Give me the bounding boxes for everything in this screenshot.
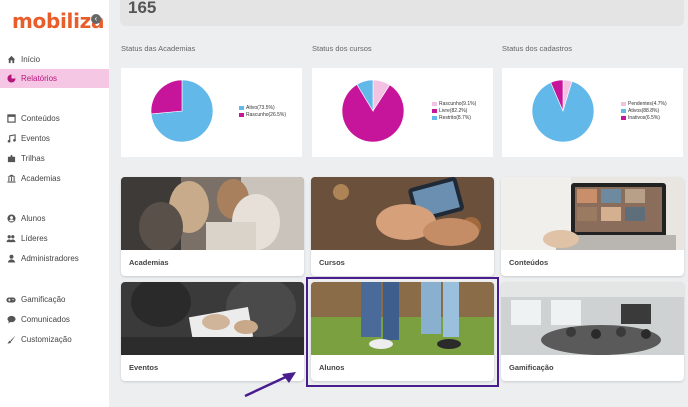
legend-label: Inativos(6.5%) [628,114,660,121]
sidebar-item-label: Eventos [21,134,50,143]
sidebar-item-label: Líderes [21,234,48,243]
card-conteudos[interactable]: Conteúdos [501,177,684,276]
legend-label: Livre(82.2%) [439,107,468,114]
chart-title-cursos: Status dos cursos [312,44,372,53]
legend-entry: Rascunho(26.5%) [239,111,286,118]
sidebar-item-label: Conteúdos [21,114,60,123]
legend-entry: Inativos(6.5%) [621,114,667,121]
sidebar-item-eventos[interactable]: Eventos [0,129,109,148]
pie-chart-icon [6,74,16,84]
summary-card [120,0,684,26]
sidebar: mobiliza ‹ Início Relatórios Conteúdos E… [0,0,109,407]
app-logo[interactable]: mobiliza [12,9,105,33]
legend-label: Pendentes(4.7%) [628,100,667,107]
legend-label: Restrito(8.7%) [439,114,471,121]
pie-slice [150,79,183,115]
legend-entry: Livre(82.2%) [432,107,476,114]
home-icon [6,55,16,65]
legend-swatch [432,108,437,113]
card-label: Gamificação [509,363,554,372]
chevron-left-icon[interactable]: ‹ [91,14,101,24]
chart-card-academias: Ativo(73.5%) Rascunho(26.5%) [121,68,302,157]
music-icon [6,134,16,144]
sidebar-item-customizacao[interactable]: Customização [0,330,109,349]
chat-icon [6,315,16,325]
chart-legend: Ativo(73.5%) Rascunho(26.5%) [239,104,286,118]
sidebar-item-label: Relatórios [21,74,58,83]
pie-chart [341,79,405,143]
legend-swatch [621,108,626,113]
card-academias[interactable]: Academias [121,177,304,276]
sidebar-item-label: Academias [21,174,61,183]
academias-image [121,177,304,250]
card-label: Cursos [319,258,345,267]
legend-label: Ativos(88.8%) [628,107,660,114]
card-cursos[interactable]: Cursos [311,177,494,276]
sidebar-item-conteudos[interactable]: Conteúdos [0,109,109,128]
legend-entry: Ativo(73.5%) [239,104,286,111]
highlight-box [306,277,499,387]
sidebar-item-label: Alunos [21,214,46,223]
brush-icon [6,335,16,345]
legend-label: Rascunho(9.1%) [439,100,477,107]
admin-icon [6,254,16,264]
users-icon [6,234,16,244]
puzzle-icon [6,154,16,164]
conteudos-image [501,177,684,250]
card-gamificacao[interactable]: Gamificação [501,282,684,381]
pie-chart [150,79,214,143]
legend-entry: Ativos(88.8%) [621,107,667,114]
card-eventos[interactable]: Eventos [121,282,304,381]
pie-chart [531,79,595,143]
chart-card-cadastros: Pendentes(4.7%) Ativos(88.8%) Inativos(6.5… [502,68,683,157]
legend-entry: Rascunho(9.1%) [432,100,476,107]
gamepad-icon [6,295,16,305]
sidebar-item-label: Início [21,55,41,64]
card-label: Conteúdos [509,258,549,267]
sidebar-item-inicio[interactable]: Início [0,50,109,69]
legend-label: Ativo(73.5%) [246,104,275,111]
legend-swatch [621,101,626,106]
chart-card-cursos: Rascunho(9.1%) Livre(82.2%) Restrito(8.7%) [312,68,493,157]
legend-entry: Restrito(8.7%) [432,114,476,121]
sidebar-item-comunicados[interactable]: Comunicados [0,310,109,329]
content-icon [6,114,16,124]
chart-legend: Pendentes(4.7%) Ativos(88.8%) Inativos(6.5… [621,100,667,121]
legend-swatch [621,115,626,120]
card-label: Eventos [129,363,159,372]
gamificacao-image [501,282,684,355]
building-icon [6,174,16,184]
sidebar-item-gamificacao[interactable]: Gamificação [0,290,109,309]
sidebar-item-label: Gamificação [21,295,66,304]
legend-swatch [432,115,437,120]
legend-label: Rascunho(26.5%) [246,111,287,118]
sidebar-item-label: Customização [21,335,72,344]
chart-title-academias: Status das Academias [121,44,196,53]
eventos-image [121,282,304,355]
sidebar-item-label: Administradores [21,254,79,263]
user-icon [6,214,16,224]
chart-legend: Rascunho(9.1%) Livre(82.2%) Restrito(8.7%) [432,100,476,121]
sidebar-item-lideres[interactable]: Líderes [0,229,109,248]
card-label: Academias [129,258,169,267]
sidebar-item-administradores[interactable]: Administradores [0,249,109,268]
sidebar-item-alunos[interactable]: Alunos [0,209,109,228]
legend-entry: Pendentes(4.7%) [621,100,667,107]
sidebar-item-label: Comunicados [21,315,70,324]
annotation-arrow-icon [244,372,296,398]
summary-value: 165 [128,0,157,17]
sidebar-item-label: Trilhas [21,154,45,163]
legend-swatch [239,112,244,117]
cursos-image [311,177,494,250]
sidebar-item-trilhas[interactable]: Trilhas [0,149,109,168]
chart-title-cadastros: Status dos cadastros [502,44,573,53]
sidebar-item-relatorios[interactable]: Relatórios [0,69,109,88]
legend-swatch [432,101,437,106]
legend-swatch [239,105,244,110]
sidebar-item-academias[interactable]: Academias [0,169,109,188]
